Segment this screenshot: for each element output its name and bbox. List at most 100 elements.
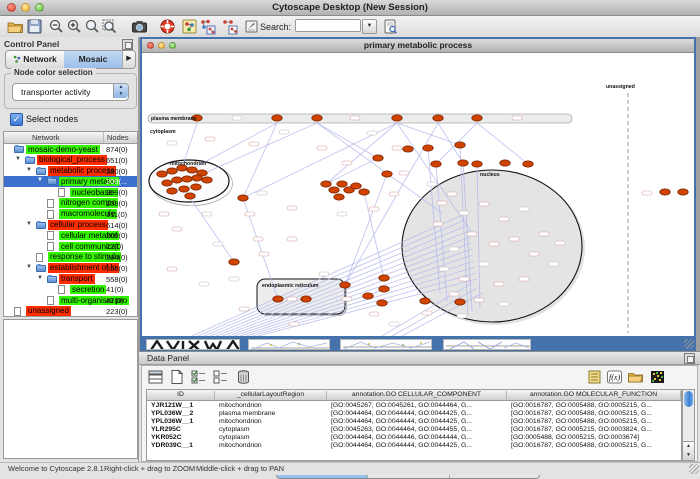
background-window-fragment[interactable] [443, 339, 531, 350]
expand-arrow-icon[interactable]: ▼ [37, 177, 43, 183]
node-color-dropdown[interactable]: transporter activity ▲▼ [12, 83, 129, 101]
expand-arrow-icon[interactable]: ▼ [26, 264, 32, 270]
open-session-icon[interactable] [7, 18, 24, 35]
graph-node[interactable] [229, 259, 239, 265]
network-window-titlebar[interactable]: primary metabolic process [142, 39, 694, 53]
tree-row[interactable]: macromolecule311(0) [4, 209, 137, 220]
graph-node[interactable] [363, 293, 373, 299]
graph-node[interactable] [157, 171, 167, 177]
graph-node[interactable] [523, 161, 533, 167]
select-attributes-icon[interactable] [190, 369, 207, 385]
annotation-icon[interactable] [243, 18, 260, 35]
graph-node[interactable] [678, 189, 688, 195]
graph-node[interactable] [373, 155, 383, 161]
graph-node[interactable] [329, 187, 339, 193]
search-config-icon[interactable] [382, 18, 399, 35]
graph-node[interactable] [472, 161, 482, 167]
matrix-icon[interactable] [649, 369, 666, 385]
search-dropdown-icon[interactable]: ▼ [362, 19, 377, 34]
graph-node[interactable] [660, 189, 670, 195]
table-row[interactable]: YLR295Ccytoplasm[GO:0045263, GO:0044464,… [147, 426, 681, 434]
graph-node[interactable] [431, 161, 441, 167]
attribute-table-header[interactable]: ID_cellularLayoutRegionannotation.GO CEL… [147, 390, 681, 401]
zoom-in-icon[interactable] [66, 18, 83, 35]
zoom-selected-icon[interactable] [84, 18, 101, 35]
graph-node[interactable] [351, 183, 361, 189]
tab-network[interactable]: Network [6, 51, 64, 68]
graph-node[interactable] [455, 299, 465, 305]
graph-node[interactable] [182, 176, 192, 182]
table-column-header[interactable]: annotation.GO CELLULAR_COMPONENT [327, 391, 507, 400]
tree-row[interactable]: nucleobase-209(0) [4, 187, 137, 198]
help-icon[interactable] [159, 18, 176, 35]
birdseye-view-panel[interactable] [3, 319, 138, 459]
graph-node[interactable] [359, 189, 369, 195]
table-row[interactable]: YPL036W__1mitochondrion[GO:0044464, GO:0… [147, 417, 681, 425]
graph-node[interactable] [379, 286, 389, 292]
tree-row[interactable]: multi-organism pro42(0) [4, 295, 137, 306]
expand-arrow-icon[interactable]: ▼ [26, 167, 32, 173]
tree-row[interactable]: mosaic-demo-yeast874(0) [4, 144, 137, 155]
graph-node[interactable] [187, 167, 197, 173]
attribute-list-icon[interactable] [586, 369, 603, 385]
graph-node[interactable] [403, 146, 413, 152]
function-builder-icon[interactable]: f(x) [606, 369, 623, 385]
graph-node[interactable] [334, 194, 344, 200]
snapshot-icon[interactable] [131, 18, 148, 35]
graph-node[interactable] [179, 186, 189, 192]
expand-arrow-icon[interactable]: ▼ [15, 156, 21, 162]
merge-networks-icon[interactable] [199, 18, 216, 35]
graph-node[interactable] [191, 184, 201, 190]
search-input[interactable] [295, 19, 361, 32]
graph-node[interactable] [301, 296, 311, 302]
expand-arrow-icon[interactable]: ▼ [26, 221, 32, 227]
attribute-table-icon[interactable] [147, 369, 164, 385]
delete-attribute-icon[interactable] [235, 369, 252, 385]
graph-node[interactable] [337, 181, 347, 187]
tree-row[interactable]: unassigned223(0) [4, 306, 137, 317]
graph-node[interactable] [382, 171, 392, 177]
graph-node[interactable] [238, 195, 248, 201]
table-row[interactable]: YJR121W__1mitochondrion[GO:0045267, GO:0… [147, 401, 681, 409]
table-column-header[interactable]: annotation.GO MOLECULAR_FUNCTION [507, 391, 681, 400]
background-window-fragment[interactable] [340, 339, 432, 350]
float-panel-icon[interactable] [684, 353, 695, 364]
graph-node[interactable] [172, 177, 182, 183]
graph-node[interactable] [455, 142, 465, 148]
network-canvas[interactable]: plasma membrane cytoplasm mitochondrion … [142, 53, 694, 336]
background-window-fragment[interactable] [146, 339, 240, 350]
tree-row[interactable]: ▼transport558(0) [4, 274, 137, 285]
graph-node[interactable] [167, 188, 177, 194]
graph-node[interactable] [185, 193, 195, 199]
graph-node[interactable] [500, 160, 510, 166]
graph-node[interactable] [162, 180, 172, 186]
table-row[interactable]: YKR052Ccytoplasm[GO:0044464, GO:0044446,… [147, 434, 681, 442]
unselect-attributes-icon[interactable] [212, 369, 229, 385]
import-attributes-icon[interactable] [627, 369, 644, 385]
resize-grip-icon[interactable] [689, 464, 699, 474]
background-window-fragment[interactable] [248, 339, 330, 350]
tree-row[interactable]: ▼cellular process614(0) [4, 220, 137, 231]
select-nodes-checkbox[interactable]: ✓ [10, 113, 23, 126]
graph-node[interactable] [423, 145, 433, 151]
graph-node[interactable] [167, 168, 177, 174]
vizmapper-icon[interactable] [181, 18, 198, 35]
graph-node[interactable] [273, 296, 283, 302]
tree-row[interactable]: cellular metabol209(0) [4, 230, 137, 241]
apply-layout-icon[interactable] [221, 18, 238, 35]
network-tree-header[interactable]: Network Nodes [4, 132, 137, 144]
tree-row[interactable]: cell communicat22(0) [4, 241, 137, 252]
table-scrollbar[interactable]: ▲▼ [682, 389, 695, 461]
float-panel-icon[interactable] [122, 39, 133, 50]
graph-node[interactable] [420, 298, 430, 304]
tree-row[interactable]: response to stimulu264(0) [4, 252, 137, 263]
tab-mosaic[interactable]: Mosaic [64, 51, 122, 68]
graph-node[interactable] [192, 175, 202, 181]
tree-row[interactable]: ▼metabolic process280(0) [4, 166, 137, 177]
tabs-overflow-button[interactable]: ▶ [122, 51, 135, 68]
tree-row[interactable]: ▼primary metabo209(... [4, 176, 137, 187]
tree-row[interactable]: secretion41(0) [4, 284, 137, 295]
graph-node[interactable] [392, 115, 402, 121]
table-column-header[interactable]: _cellularLayoutRegion [215, 391, 327, 400]
graph-node[interactable] [379, 275, 389, 281]
